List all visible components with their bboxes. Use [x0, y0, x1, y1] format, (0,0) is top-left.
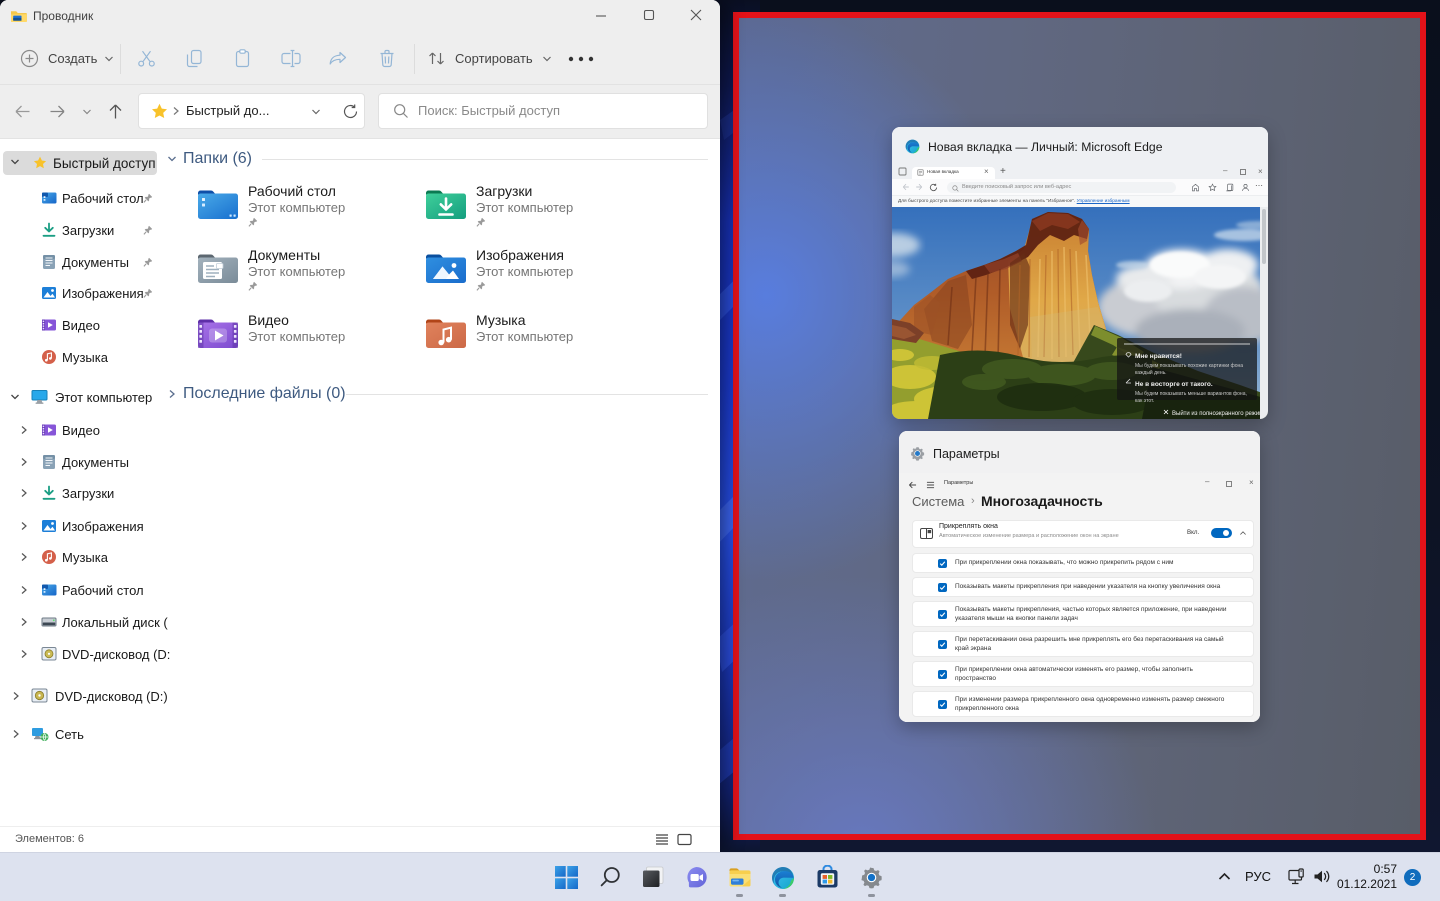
svg-text:Не в восторге от такого.: Не в восторге от такого. — [1135, 381, 1213, 388]
svg-text:Мы будем показывать меньше вар: Мы будем показывать меньше вариантов фон… — [1135, 391, 1247, 397]
svg-text:каждый день.: каждый день. — [1135, 369, 1167, 376]
svg-text:Мы будем показывать похожие ка: Мы будем показывать похожие картинки фон… — [1135, 363, 1243, 369]
svg-text:Выйти из полноэкранного режима: Выйти из полноэкранного режима — [1172, 410, 1267, 417]
svg-text:Мне нравится!: Мне нравится! — [1135, 353, 1182, 360]
svg-text:как этот.: как этот. — [1135, 398, 1154, 404]
